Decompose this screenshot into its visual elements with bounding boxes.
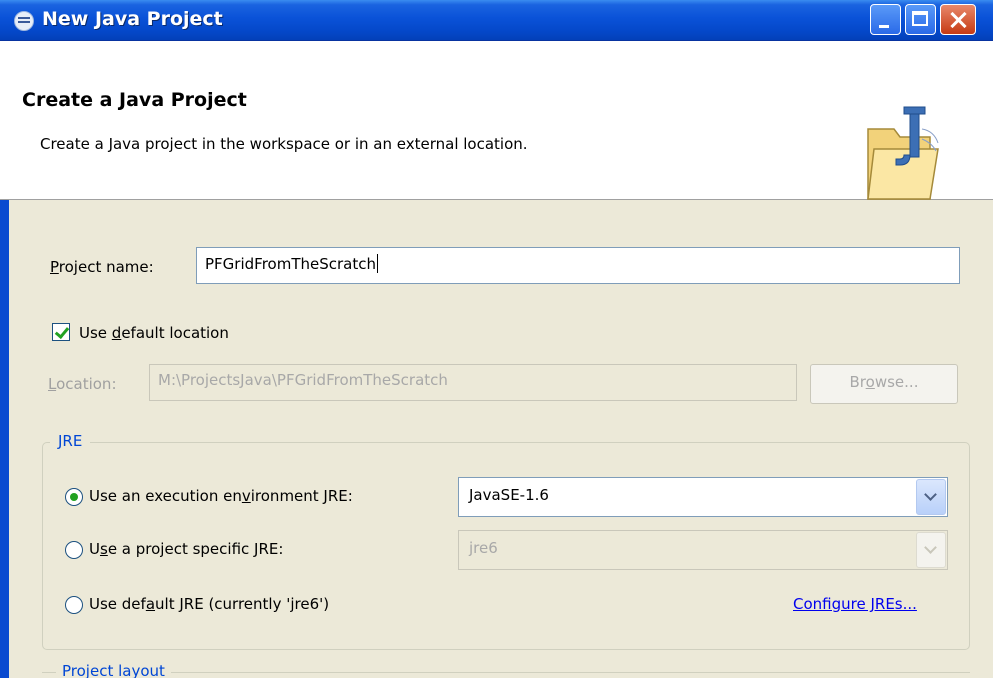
text-caret <box>376 254 378 273</box>
default-jre-label[interactable]: Use default JRE (currently 'jre6') <box>89 595 329 613</box>
chevron-down-icon[interactable] <box>916 479 946 515</box>
location-input[interactable]: M:\ProjectsJava\PFGridFromTheScratch <box>149 364 797 401</box>
use-default-location-label[interactable]: Use default location <box>79 324 229 342</box>
project-name-label-rest: roject name: <box>58 258 154 276</box>
eclipse-icon <box>14 11 34 31</box>
window-left-border <box>0 200 9 678</box>
project-specific-jre-radio[interactable] <box>65 541 83 559</box>
default-jre-radio[interactable] <box>65 596 83 614</box>
new-java-project-window: New Java Project Create a Java Project C… <box>0 0 993 678</box>
browse-mnemonic: o <box>865 373 875 391</box>
exec-env-prefix: Use an execution en <box>89 487 242 505</box>
project-name-value: PFGridFromTheScratch <box>205 255 376 273</box>
exec-env-select-value: JavaSE-1.6 <box>469 486 549 504</box>
window-title: New Java Project <box>42 8 223 30</box>
browse-prefix: Br <box>849 373 866 391</box>
project-name-label: Project name: <box>50 258 154 276</box>
jre-group-title: JRE <box>50 432 91 450</box>
maximize-button[interactable] <box>905 4 936 35</box>
title-bar[interactable]: New Java Project <box>0 0 993 41</box>
project-name-input[interactable]: PFGridFromTheScratch <box>196 247 960 284</box>
exec-env-label[interactable]: Use an execution environment JRE: <box>89 487 353 505</box>
browse-rest: wse... <box>874 373 919 391</box>
wizard-header: Create a Java Project Create a Java proj… <box>0 41 993 200</box>
use-default-location-prefix: Use <box>79 324 112 342</box>
configure-jres-link[interactable]: Configure JREs... <box>793 595 917 613</box>
project-specific-jre-select-value: jre6 <box>469 539 498 557</box>
exec-env-radio[interactable] <box>65 488 83 506</box>
close-button[interactable] <box>940 4 976 35</box>
browse-button[interactable]: Browse... <box>810 364 958 404</box>
exec-env-select[interactable]: JavaSE-1.6 <box>458 477 948 517</box>
exec-env-mnemonic: v <box>241 487 251 505</box>
location-mnemonic: L <box>48 375 57 393</box>
default-jre-rest: ult JRE (currently 'jre6') <box>155 595 330 613</box>
default-jre-prefix: Use def <box>89 595 146 613</box>
wizard-title: Create a Java Project <box>22 89 247 111</box>
project-layout-group-border <box>42 672 970 673</box>
minimize-button[interactable] <box>870 4 901 35</box>
location-value: M:\ProjectsJava\PFGridFromTheScratch <box>158 371 448 389</box>
project-specific-jre-select[interactable]: jre6 <box>458 530 948 570</box>
default-jre-mnemonic: a <box>145 595 156 613</box>
project-specific-jre-mnemonic: s <box>99 540 108 558</box>
chevron-down-icon[interactable] <box>916 532 946 568</box>
exec-env-rest: ironment JRE: <box>250 487 353 505</box>
use-default-location-rest: efault location <box>121 324 229 342</box>
wizard-description: Create a Java project in the workspace o… <box>40 135 528 153</box>
use-default-location-mnemonic: d <box>111 324 122 342</box>
location-label-rest: ocation: <box>56 375 117 393</box>
project-specific-jre-prefix: U <box>89 540 100 558</box>
project-specific-jre-label[interactable]: Use a project specific JRE: <box>89 540 283 558</box>
project-specific-jre-rest: e a project specific JRE: <box>107 540 284 558</box>
project-name-mnemonic: P <box>50 258 59 276</box>
project-layout-group-title: Project layout <box>56 662 171 678</box>
java-project-folder-icon <box>867 106 939 200</box>
location-label: Location: <box>48 375 117 393</box>
use-default-location-checkbox[interactable] <box>52 323 70 341</box>
